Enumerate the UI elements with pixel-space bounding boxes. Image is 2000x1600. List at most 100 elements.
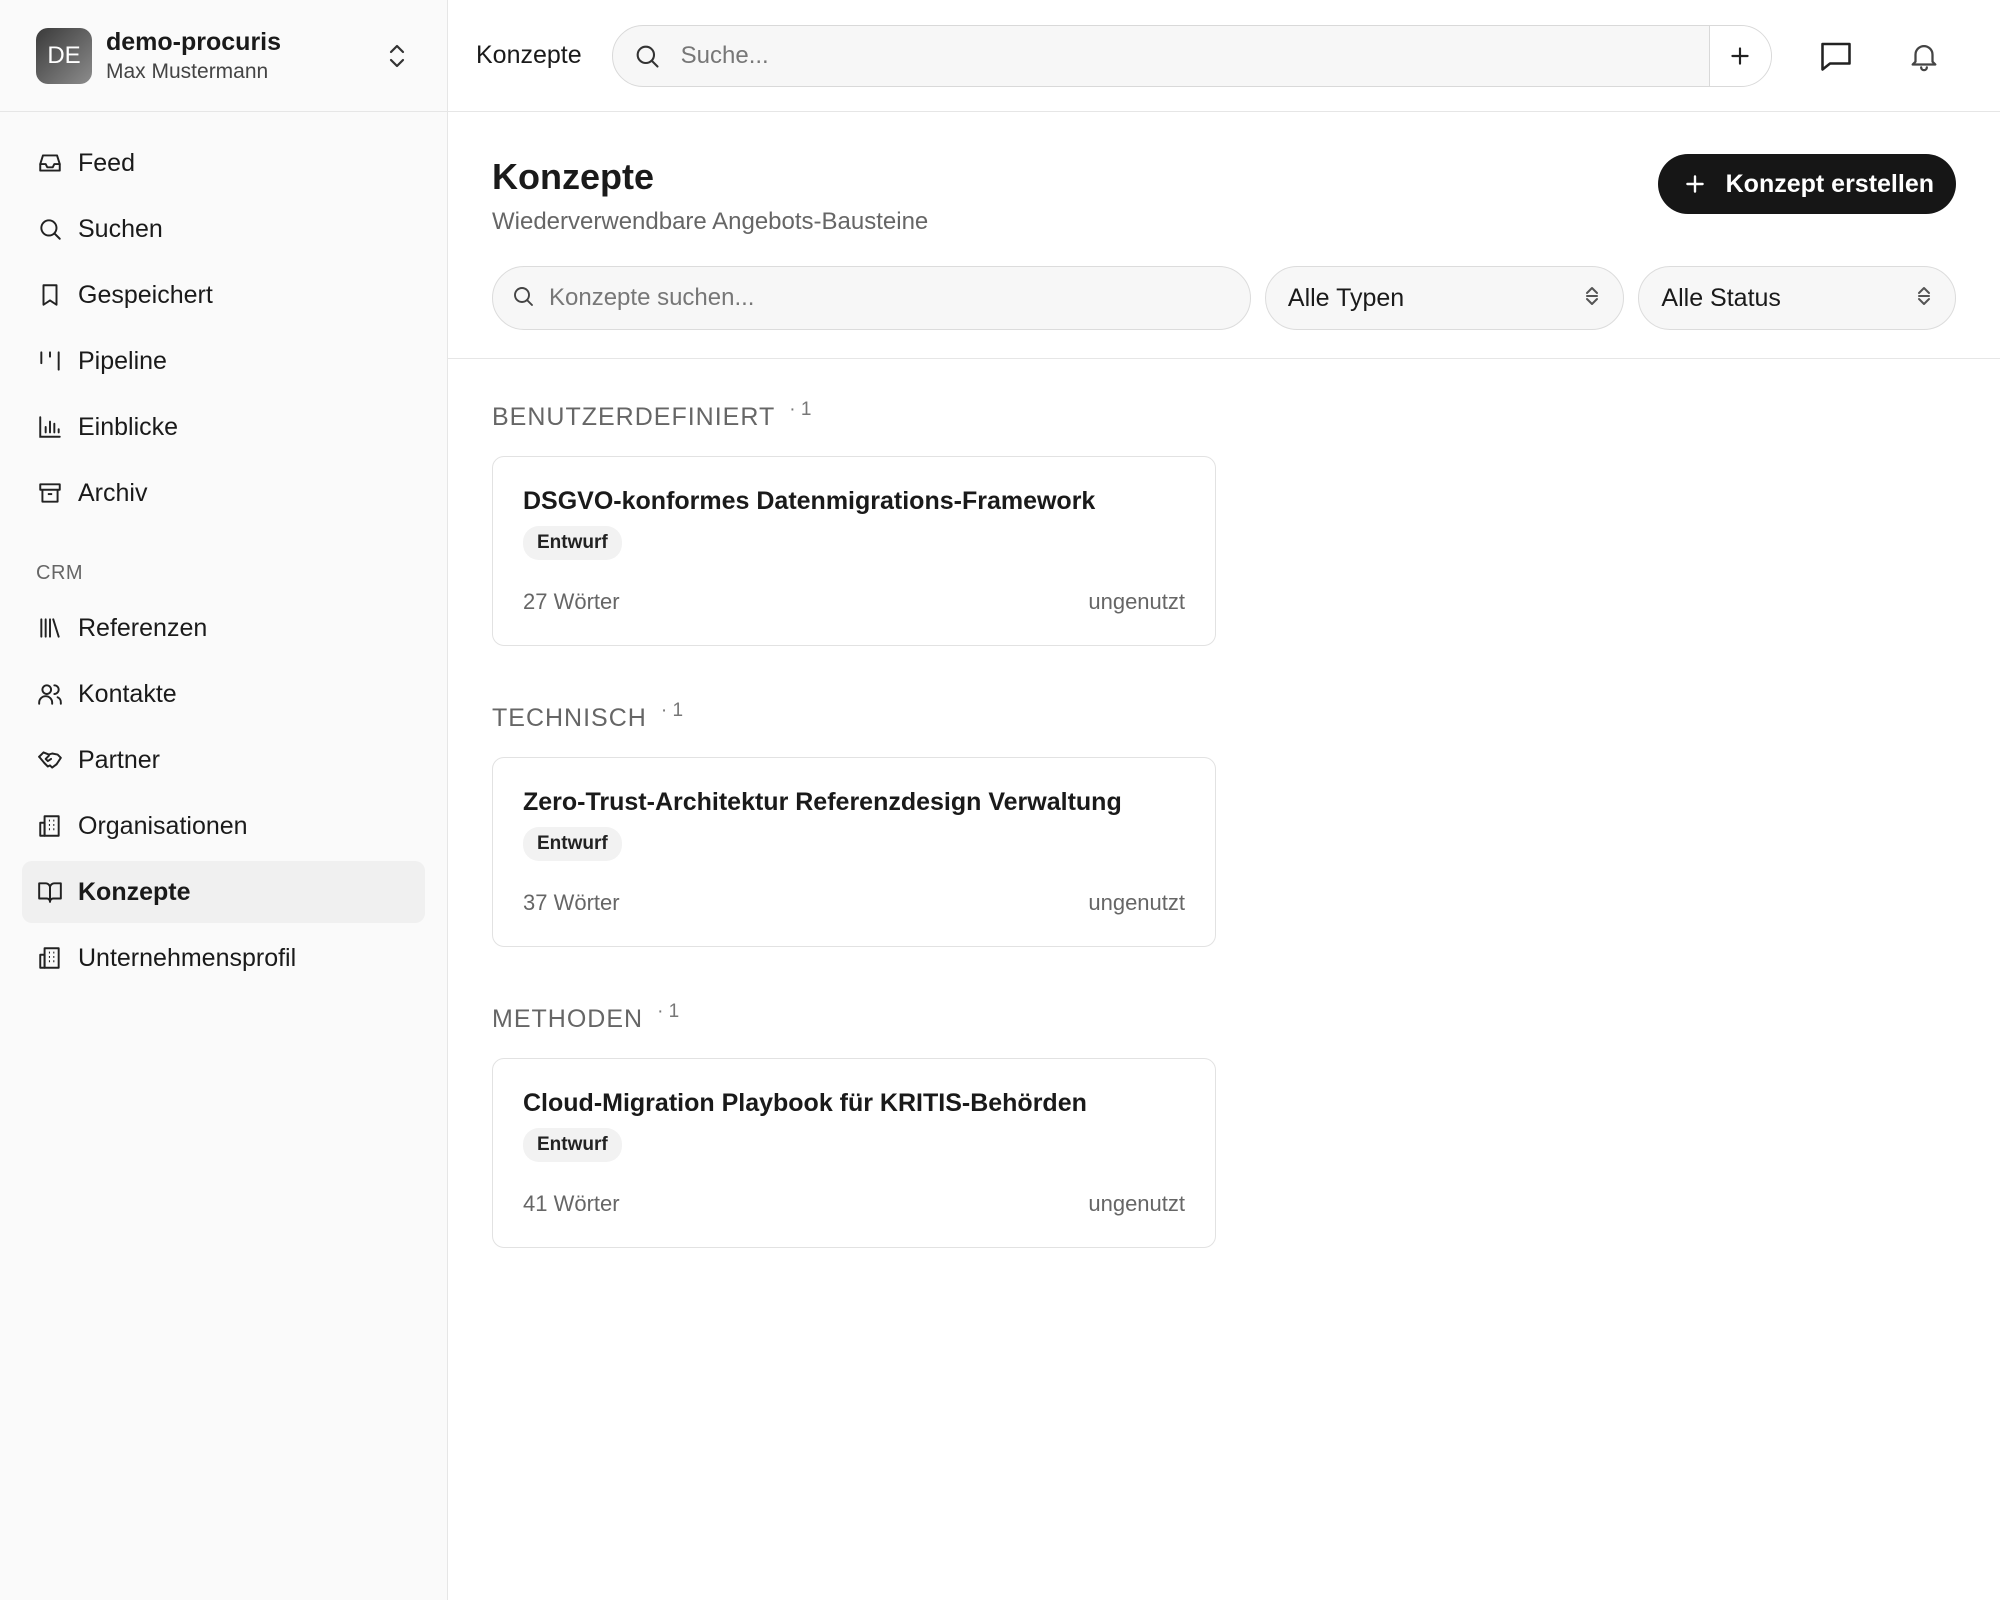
- search-icon: [613, 42, 681, 70]
- sidebar-item-pipeline[interactable]: Pipeline: [22, 330, 425, 392]
- section-header: BENUTZERDEFINIERT · 1: [492, 399, 1956, 432]
- sidebar-item-label: Partner: [78, 745, 160, 774]
- word-count: 37 Wörter: [523, 890, 620, 915]
- section-count: · 1: [660, 700, 684, 721]
- status-badge: Entwurf: [523, 827, 622, 861]
- sidebar-item-unternehmensprofil[interactable]: Unternehmensprofil: [22, 927, 425, 989]
- app-root: DE demo-procuris Max Mustermann Feed Suc…: [0, 0, 2000, 1600]
- concept-title: DSGVO-konformes Datenmigrations-Framewor…: [523, 487, 1096, 515]
- inbox-icon: [36, 149, 64, 177]
- workspace-info: demo-procuris Max Mustermann: [106, 28, 383, 84]
- concept-search: [492, 266, 1251, 330]
- concept-card[interactable]: Zero-Trust-Architektur Referenzdesign Ve…: [492, 757, 1216, 947]
- pipeline-icon: [36, 347, 64, 375]
- status-filter-value: Alle Status: [1661, 283, 1781, 312]
- global-search-input[interactable]: [680, 41, 1709, 70]
- chevron-up-down-icon: [1583, 284, 1601, 313]
- sidebar-item-konzepte[interactable]: Konzepte: [22, 861, 425, 923]
- card-footer: 41 Wörter ungenutzt: [523, 1191, 1185, 1217]
- word-count: 27 Wörter: [523, 589, 620, 614]
- topbar: Konzepte: [448, 0, 2000, 112]
- page-header-row: Konzepte Wiederverwendbare Angebots-Baus…: [492, 142, 1956, 236]
- usage-status: ungenutzt: [1088, 890, 1185, 915]
- search-icon: [511, 284, 535, 313]
- status-filter-select[interactable]: Alle Status: [1638, 266, 1956, 330]
- bar-chart-icon: [36, 413, 64, 441]
- sidebar-item-label: Einblicke: [78, 412, 179, 441]
- section-header: TECHNISCH · 1: [492, 700, 1956, 733]
- sidebar-item-label: Gespeichert: [78, 280, 213, 309]
- sidebar-nav: Feed Suchen Gespeichert Pipeline Einblic…: [0, 112, 447, 993]
- search-icon: [36, 215, 64, 243]
- add-button[interactable]: [1708, 25, 1771, 86]
- global-search: [611, 24, 1772, 87]
- page-subtitle: Wiederverwendbare Angebots-Bausteine: [492, 208, 929, 235]
- filter-bar: Alle Typen Alle Status: [492, 266, 1956, 330]
- building-icon: [36, 812, 64, 840]
- sidebar-item-label: Organisationen: [78, 811, 248, 840]
- workspace-avatar: DE: [36, 27, 92, 84]
- archive-icon: [36, 479, 64, 507]
- concept-search-input[interactable]: [549, 284, 1232, 312]
- sidebar-item-feed[interactable]: Feed: [22, 132, 425, 194]
- concept-card[interactable]: DSGVO-konformes Datenmigrations-Framewor…: [492, 456, 1216, 646]
- breadcrumb[interactable]: Konzepte: [476, 41, 582, 70]
- section-title: BENUTZERDEFINIERT: [492, 403, 776, 431]
- library-icon: [36, 614, 64, 642]
- usage-status: ungenutzt: [1088, 589, 1185, 614]
- page-heading: Konzepte Wiederverwendbare Angebots-Baus…: [492, 142, 928, 236]
- sidebar-item-label: Pipeline: [78, 346, 167, 375]
- sidebar-item-label: Suchen: [78, 214, 163, 243]
- sidebar-item-suchen[interactable]: Suchen: [22, 198, 425, 260]
- page-title: Konzepte: [492, 156, 654, 197]
- section-title: METHODEN: [492, 1005, 644, 1033]
- sidebar-item-archiv[interactable]: Archiv: [22, 462, 425, 524]
- section-count: · 1: [657, 1001, 680, 1022]
- plus-icon: [1682, 171, 1708, 197]
- chevron-up-down-icon[interactable]: [383, 42, 411, 70]
- main-area: Konzepte Konzepte Wiederve: [448, 0, 2000, 1600]
- status-badge: Entwurf: [523, 526, 622, 560]
- sidebar-item-einblicke[interactable]: Einblicke: [22, 396, 425, 458]
- chat-icon[interactable]: [1812, 32, 1860, 80]
- card-footer: 37 Wörter ungenutzt: [523, 890, 1185, 916]
- section-title: TECHNISCH: [492, 704, 647, 732]
- sidebar-item-label: Archiv: [78, 478, 148, 507]
- nav-section-crm: CRM: [36, 562, 84, 584]
- sidebar-item-partner[interactable]: Partner: [22, 729, 425, 791]
- handshake-icon: [36, 746, 64, 774]
- book-open-icon: [36, 878, 64, 906]
- sidebar-item-label: Referenzen: [78, 613, 208, 642]
- sidebar-item-kontakte[interactable]: Kontakte: [22, 663, 425, 725]
- sidebar-item-label: Kontakte: [78, 679, 177, 708]
- type-filter-value: Alle Typen: [1287, 283, 1405, 312]
- create-concept-button[interactable]: Konzept erstellen: [1657, 154, 1956, 214]
- usage-status: ungenutzt: [1088, 1191, 1185, 1216]
- word-count: 41 Wörter: [523, 1191, 620, 1216]
- status-badge: Entwurf: [523, 1128, 622, 1162]
- section-count: · 1: [789, 399, 812, 420]
- concept-title: Cloud-Migration Playbook für KRITIS-Behö…: [523, 1089, 1087, 1117]
- concept-title: Zero-Trust-Architektur Referenzdesign Ve…: [523, 788, 1122, 816]
- create-concept-label: Konzept erstellen: [1725, 169, 1934, 198]
- bell-icon[interactable]: [1900, 32, 1948, 80]
- sidebar: DE demo-procuris Max Mustermann Feed Suc…: [0, 0, 448, 1600]
- sidebar-item-referenzen[interactable]: Referenzen: [22, 597, 425, 659]
- concept-list: BENUTZERDEFINIERT · 1 DSGVO-konformes Da…: [448, 359, 2000, 1350]
- chevron-up-down-icon: [1915, 284, 1933, 313]
- sidebar-item-organisationen[interactable]: Organisationen: [22, 795, 425, 857]
- concept-card[interactable]: Cloud-Migration Playbook für KRITIS-Behö…: [492, 1058, 1216, 1248]
- sidebar-item-label: Feed: [78, 148, 135, 177]
- section-header: METHODEN · 1: [492, 1001, 1956, 1034]
- sidebar-item-label: Konzepte: [78, 877, 191, 906]
- workspace-switcher[interactable]: DE demo-procuris Max Mustermann: [0, 0, 447, 112]
- bookmark-icon: [36, 281, 64, 309]
- sidebar-item-label: Unternehmensprofil: [78, 943, 297, 972]
- card-footer: 27 Wörter ungenutzt: [523, 589, 1185, 615]
- page-header: Konzepte Wiederverwendbare Angebots-Baus…: [448, 112, 2000, 359]
- workspace-user: Max Mustermann: [106, 59, 269, 83]
- users-icon: [36, 680, 64, 708]
- sidebar-item-gespeichert[interactable]: Gespeichert: [22, 264, 425, 326]
- type-filter-select[interactable]: Alle Typen: [1264, 266, 1625, 330]
- building-icon: [36, 944, 64, 972]
